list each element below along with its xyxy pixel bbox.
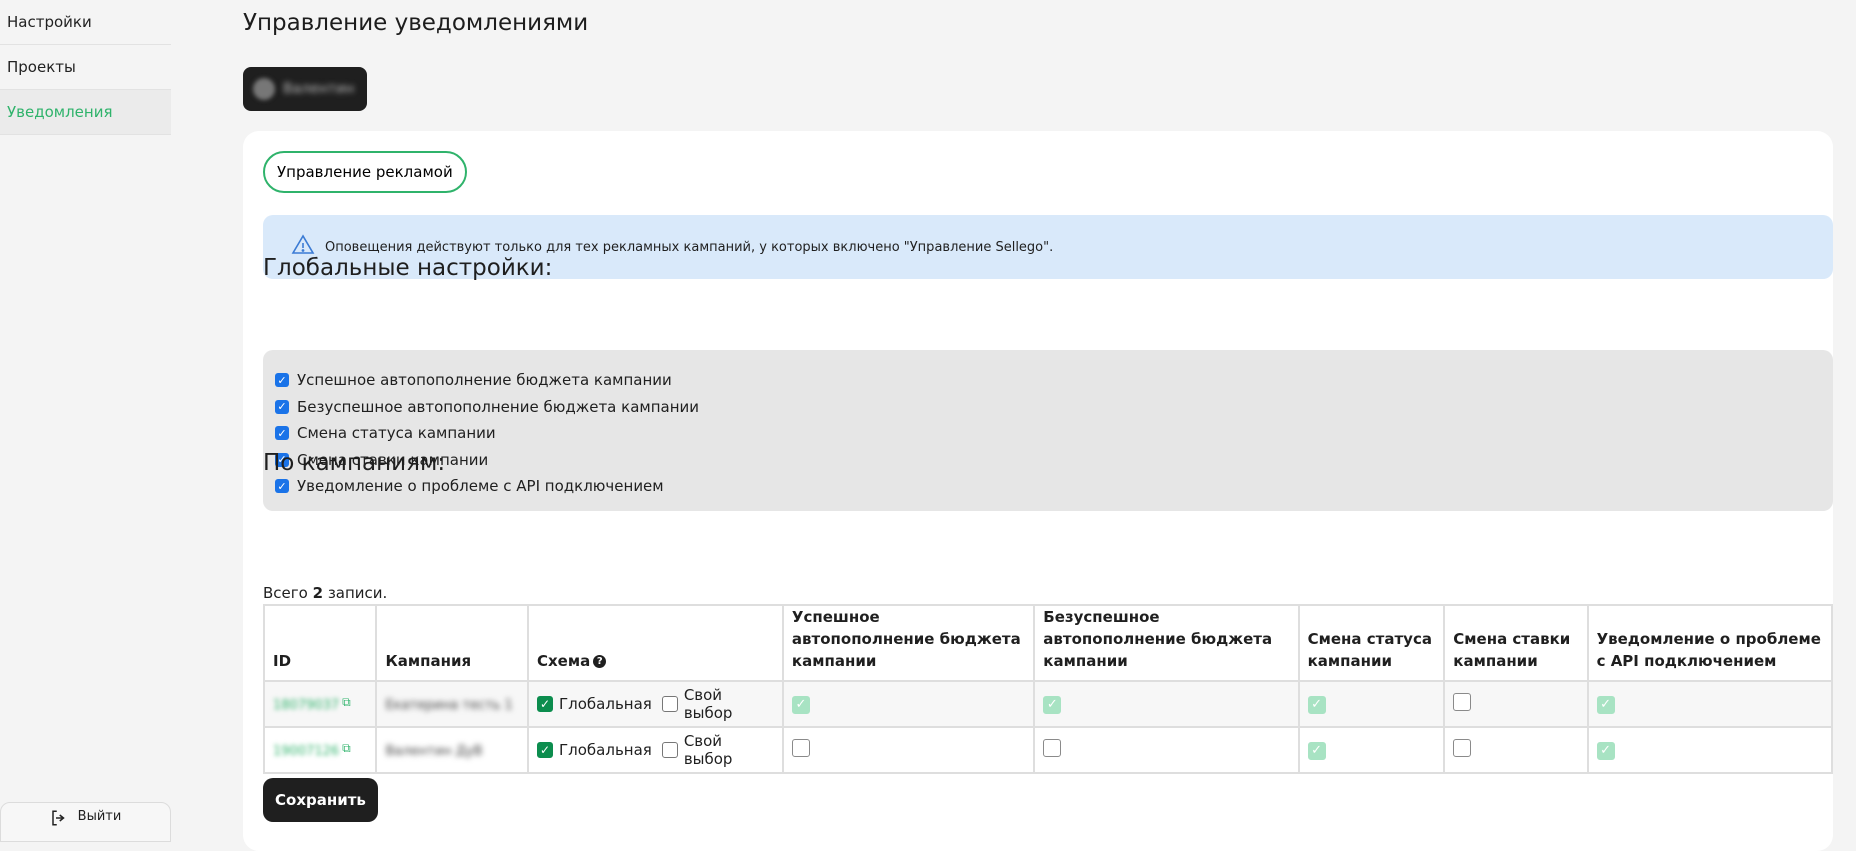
- global-option-checkbox[interactable]: [275, 426, 289, 441]
- global-settings-box: Успешное автопополнение бюджета кампании…: [263, 350, 1833, 511]
- alert-text: Оповещения действуют только для тех рекл…: [325, 239, 1054, 255]
- sidebar-item-settings[interactable]: Настройки: [0, 0, 171, 45]
- scheme-global-checkbox[interactable]: [537, 696, 553, 712]
- global-option-label: Смена статуса кампании: [297, 424, 496, 443]
- status-checkbox[interactable]: [1307, 741, 1326, 760]
- total-count: 2: [312, 584, 324, 602]
- global-option-label: Уведомление о проблеме с API подключение…: [297, 477, 664, 496]
- campaign-id-link[interactable]: 18079037: [273, 698, 339, 713]
- campaign-name: Валентин ДуВ: [385, 744, 483, 759]
- cell-campaign: Валентин ДуВ: [375, 726, 529, 774]
- cell-api: [1586, 680, 1834, 728]
- campaign-name: Екатерина тесть 1: [385, 698, 513, 713]
- success-checkbox[interactable]: [791, 739, 810, 757]
- logout-icon: [50, 809, 68, 831]
- cell-scheme: Глобальная Свой выбор: [527, 680, 784, 728]
- global-option[interactable]: Уведомление о проблеме с API подключение…: [275, 473, 1821, 500]
- user-name: Валентин: [283, 81, 355, 97]
- campaign-id-link[interactable]: 19007126: [273, 744, 339, 759]
- col-header-success: Успешное автопополнение бюджета кампании: [781, 604, 1036, 682]
- col-header-api: Уведомление о проблеме с API подключение…: [1586, 604, 1834, 682]
- cell-campaign: Екатерина тесть 1: [375, 680, 529, 728]
- table-row: 19007126⧉ Валентин ДуВ Глобальная Свой в…: [262, 726, 1834, 774]
- campaigns-title: По кампаниям:: [263, 450, 446, 476]
- total-suffix: записи.: [327, 584, 388, 602]
- records-total: Всего 2 записи.: [263, 584, 387, 602]
- global-option[interactable]: Успешное автопополнение бюджета кампании: [275, 367, 1821, 394]
- help-icon[interactable]: ?: [593, 655, 607, 668]
- campaigns-table: ID Кампания Схема? Успешное автопополнен…: [262, 604, 1834, 774]
- scheme-global-label: Глобальная: [559, 695, 652, 713]
- cell-fail: [1033, 726, 1300, 774]
- bid-checkbox[interactable]: [1453, 693, 1472, 711]
- status-checkbox[interactable]: [1307, 695, 1326, 714]
- global-option-label: Безуспешное автопополнение бюджета кампа…: [297, 397, 700, 416]
- total-prefix: Всего: [263, 584, 308, 602]
- cell-status: [1297, 726, 1446, 774]
- external-link-icon[interactable]: ⧉: [342, 695, 351, 709]
- col-header-fail: Безуспешное автопополнение бюджета кампа…: [1033, 604, 1300, 682]
- save-button[interactable]: Сохранить: [263, 778, 378, 822]
- logout-button[interactable]: Выйти: [0, 802, 171, 842]
- global-option[interactable]: Смена ставки кампании: [275, 447, 1821, 474]
- sidebar-item-projects[interactable]: Проекты: [0, 45, 171, 90]
- cell-bid: [1443, 680, 1589, 728]
- scheme-header-label: Схема: [537, 652, 591, 670]
- scheme-global-checkbox[interactable]: [537, 742, 553, 758]
- scheme-custom-label: Свой выбор: [683, 686, 733, 722]
- scheme-global-label: Глобальная: [559, 741, 652, 759]
- col-header-scheme: Схема?: [527, 604, 784, 682]
- external-link-icon[interactable]: ⧉: [342, 741, 351, 755]
- cell-bid: [1443, 726, 1589, 774]
- cell-id: 19007126 ⧉: [262, 726, 378, 774]
- table-row: 18079037⧉ Екатерина тесть 1 Глобальная С…: [262, 680, 1834, 728]
- fail-checkbox[interactable]: [1043, 695, 1062, 714]
- page-title: Управление уведомлениями: [243, 10, 589, 36]
- global-option[interactable]: Безуспешное автопополнение бюджета кампа…: [275, 394, 1821, 421]
- sidebar-item-notifications[interactable]: Уведомления: [0, 90, 171, 135]
- global-option[interactable]: Смена статуса кампании: [275, 420, 1821, 447]
- global-option-checkbox[interactable]: [275, 399, 289, 414]
- col-header-bid: Смена ставки кампании: [1443, 604, 1589, 682]
- fail-checkbox[interactable]: [1043, 739, 1062, 757]
- cell-id: 18079037 ⧉: [262, 680, 378, 728]
- scheme-custom-checkbox[interactable]: [661, 742, 678, 758]
- col-header-campaign: Кампания: [375, 604, 529, 682]
- api-checkbox[interactable]: [1596, 741, 1615, 760]
- sidebar: Настройки Проекты Уведомления Выйти: [0, 0, 171, 842]
- scheme-custom-checkbox[interactable]: [661, 696, 678, 712]
- cell-status: [1297, 680, 1446, 728]
- notifications-card: Управление рекламой Оповещения действуют…: [243, 131, 1834, 851]
- table-header-row: ID Кампания Схема? Успешное автопополнен…: [262, 604, 1834, 682]
- avatar: [253, 78, 275, 100]
- cell-fail: [1033, 680, 1300, 728]
- col-header-id: ID: [262, 604, 378, 682]
- tab-ad-management[interactable]: Управление рекламой: [263, 151, 467, 193]
- global-settings-title: Глобальные настройки:: [263, 255, 553, 281]
- success-checkbox[interactable]: [791, 695, 810, 714]
- global-option-checkbox[interactable]: [275, 373, 289, 388]
- cell-success: [781, 726, 1036, 774]
- global-option-checkbox[interactable]: [275, 479, 289, 494]
- col-header-status: Смена статуса кампании: [1297, 604, 1446, 682]
- cell-scheme: Глобальная Свой выбор: [527, 726, 784, 774]
- api-checkbox[interactable]: [1596, 695, 1615, 714]
- logout-label: Выйти: [77, 809, 122, 824]
- user-selector-button[interactable]: Валентин: [243, 67, 367, 111]
- cell-success: [781, 680, 1036, 728]
- bid-checkbox[interactable]: [1453, 739, 1472, 757]
- scheme-custom-label: Свой выбор: [683, 732, 733, 768]
- global-option-label: Успешное автопополнение бюджета кампании: [297, 371, 672, 390]
- cell-api: [1586, 726, 1834, 774]
